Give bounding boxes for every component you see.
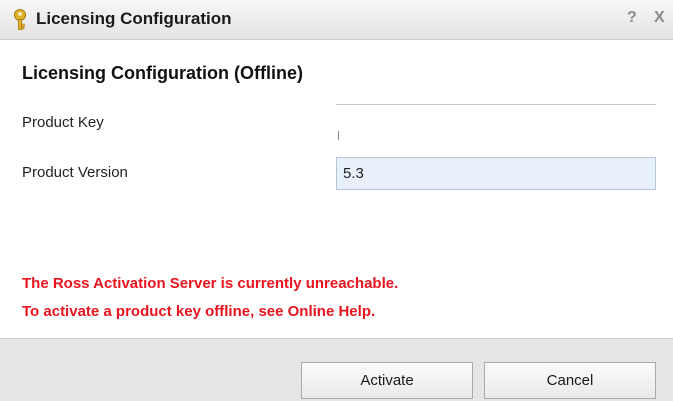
product-key-label: Product Key bbox=[22, 114, 104, 131]
activate-button[interactable]: Activate bbox=[301, 362, 473, 399]
cancel-button[interactable]: Cancel bbox=[484, 362, 656, 399]
page-title: Licensing Configuration (Offline) bbox=[22, 63, 303, 83]
window-title: Licensing Configuration bbox=[36, 9, 232, 28]
product-version-label: Product Version bbox=[22, 164, 128, 181]
text-caret bbox=[338, 131, 339, 140]
licensing-dialog: Licensing Configuration ? X Licensing Co… bbox=[0, 0, 673, 401]
error-message-line-2: To activate a product key offline, see O… bbox=[22, 303, 376, 320]
error-message-line-1: The Ross Activation Server is currently … bbox=[22, 275, 399, 292]
product-version-input[interactable] bbox=[336, 157, 656, 190]
title-bar: Licensing Configuration ? X bbox=[0, 0, 673, 40]
key-icon bbox=[14, 9, 26, 30]
close-button[interactable]: X bbox=[654, 9, 665, 27]
product-key-field[interactable] bbox=[336, 104, 656, 105]
help-button[interactable]: ? bbox=[627, 9, 637, 27]
